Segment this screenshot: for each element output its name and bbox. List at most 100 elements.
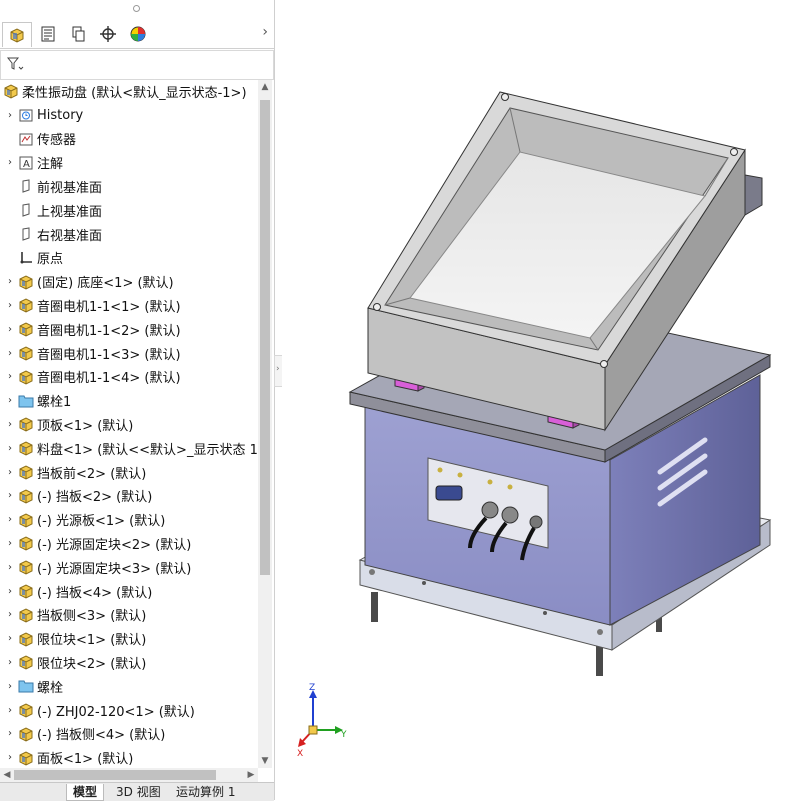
expand-arrow-icon[interactable]: › bbox=[5, 371, 15, 382]
component-icon bbox=[18, 654, 34, 670]
configuration-manager-tab[interactable] bbox=[64, 22, 92, 46]
tree-item[interactable]: › 挡板侧<3> (默认) bbox=[0, 604, 146, 626]
tree-item[interactable]: › 顶板<1> (默认) bbox=[0, 413, 133, 435]
expand-arrow-icon[interactable]: › bbox=[5, 633, 15, 644]
tab-motion-study[interactable]: 运动算例 1 bbox=[170, 784, 241, 800]
filter-bar[interactable] bbox=[0, 50, 274, 80]
expand-arrow-icon[interactable]: › bbox=[5, 562, 15, 573]
tree-item[interactable]: › 限位块<2> (默认) bbox=[0, 651, 146, 673]
tree-item-label: 料盘<1> (默认<<默认>_显示状态 1>) bbox=[37, 442, 258, 458]
tree-item[interactable]: › (-) 挡板侧<4> (默认) bbox=[0, 723, 165, 745]
expand-arrow-icon[interactable]: › bbox=[5, 657, 15, 668]
model-view[interactable]: Z Y X bbox=[282, 0, 800, 800]
tree-item[interactable]: › (-) ZHJ02-120<1> (默认) bbox=[0, 699, 195, 721]
tree-item[interactable]: › 音圈电机1-1<3> (默认) bbox=[0, 342, 181, 364]
tree-item[interactable]: › 螺栓 bbox=[0, 675, 63, 697]
component-icon bbox=[18, 369, 34, 385]
filter-icon[interactable] bbox=[6, 56, 24, 76]
expand-arrow-icon[interactable]: › bbox=[5, 443, 15, 454]
expand-arrow-icon[interactable]: › bbox=[5, 157, 15, 168]
appearance-icon bbox=[130, 26, 146, 42]
tree-horizontal-scrollbar[interactable]: ◀ ▶ bbox=[0, 768, 258, 782]
component-icon bbox=[18, 583, 34, 599]
scroll-up-icon[interactable]: ▲ bbox=[258, 80, 272, 94]
tree-item[interactable]: › 音圈电机1-1<2> (默认) bbox=[0, 318, 181, 340]
property-manager-tab[interactable] bbox=[34, 22, 62, 46]
tree-item[interactable]: 上视基准面 bbox=[0, 199, 102, 221]
tree-item[interactable]: › 限位块<1> (默认) bbox=[0, 628, 146, 650]
tree-item[interactable]: › 面板<1> (默认) bbox=[0, 747, 133, 768]
assembly-icon bbox=[3, 83, 19, 99]
tree-item[interactable]: › (固定) 底座<1> (默认) bbox=[0, 271, 174, 293]
tree-item-label: (-) 光源固定块<3> (默认) bbox=[37, 561, 192, 577]
component-icon bbox=[18, 440, 34, 456]
configuration-icon bbox=[72, 26, 85, 42]
vertical-scroll-thumb[interactable] bbox=[260, 100, 270, 575]
property-list-icon bbox=[41, 26, 55, 42]
expand-arrow-icon[interactable]: › bbox=[5, 490, 15, 501]
expand-arrow-icon[interactable]: › bbox=[5, 419, 15, 430]
chevron-right-icon[interactable]: › bbox=[262, 24, 268, 40]
tree-item[interactable]: › 挡板前<2> (默认) bbox=[0, 461, 146, 483]
component-icon bbox=[18, 512, 34, 528]
expand-arrow-icon[interactable]: › bbox=[5, 728, 15, 739]
tree-item[interactable]: › (-) 光源板<1> (默认) bbox=[0, 509, 165, 531]
expand-arrow-icon[interactable]: › bbox=[5, 538, 15, 549]
expand-arrow-icon[interactable]: › bbox=[5, 514, 15, 525]
tree-item[interactable]: › (-) 挡板<2> (默认) bbox=[0, 485, 152, 507]
component-icon bbox=[18, 702, 34, 718]
tree-item[interactable]: 前视基准面 bbox=[0, 175, 102, 197]
component-icon bbox=[18, 607, 34, 623]
tree-item[interactable]: › (-) 光源固定块<3> (默认) bbox=[0, 556, 191, 578]
scroll-down-icon[interactable]: ▼ bbox=[258, 754, 272, 768]
component-icon bbox=[18, 321, 34, 337]
expand-arrow-icon[interactable]: › bbox=[5, 752, 15, 763]
expand-arrow-icon[interactable]: › bbox=[5, 395, 15, 406]
tree-item-label: (-) ZHJ02-120<1> (默认) bbox=[37, 704, 195, 720]
tree-item[interactable]: 右视基准面 bbox=[0, 223, 102, 245]
feature-manager-tab[interactable] bbox=[2, 22, 32, 47]
dimxpert-tab[interactable] bbox=[94, 22, 122, 46]
tab-3d-views[interactable]: 3D 视图 bbox=[110, 784, 167, 800]
tree-item[interactable]: 原点 bbox=[0, 247, 63, 269]
tree-item[interactable]: › 料盘<1> (默认<<默认>_显示状态 1>) bbox=[0, 437, 258, 459]
expand-arrow-icon[interactable]: › bbox=[5, 586, 15, 597]
tree-item[interactable]: › History bbox=[0, 104, 83, 126]
tab-model[interactable]: 模型 bbox=[66, 784, 105, 801]
tree-item[interactable]: › A 注解 bbox=[0, 152, 63, 174]
z-axis-label: Z bbox=[309, 683, 315, 693]
tree-vertical-scrollbar[interactable]: ▲ ▼ bbox=[258, 80, 272, 768]
tree-item-label: 音圈电机1-1<3> (默认) bbox=[37, 347, 181, 363]
tree-item[interactable]: › (-) 挡板<4> (默认) bbox=[0, 580, 152, 602]
expand-arrow-icon[interactable]: › bbox=[5, 110, 15, 121]
tree-item[interactable]: › 音圈电机1-1<4> (默认) bbox=[0, 366, 181, 388]
component-icon bbox=[18, 535, 34, 551]
tree-root[interactable]: 柔性振动盘 (默认<默认_显示状态-1>) bbox=[0, 80, 247, 102]
component-icon bbox=[18, 297, 34, 313]
expand-arrow-icon[interactable]: › bbox=[5, 705, 15, 716]
crosshair-icon bbox=[100, 26, 116, 42]
expand-arrow-icon[interactable]: › bbox=[5, 324, 15, 335]
horizontal-scroll-thumb[interactable] bbox=[14, 770, 216, 780]
tree-item[interactable]: › (-) 光源固定块<2> (默认) bbox=[0, 532, 191, 554]
scroll-right-icon[interactable]: ▶ bbox=[244, 768, 258, 782]
expand-arrow-icon[interactable]: › bbox=[5, 348, 15, 359]
expand-arrow-icon[interactable]: › bbox=[5, 300, 15, 311]
display-manager-tab[interactable] bbox=[124, 22, 152, 46]
tree-item[interactable]: › 音圈电机1-1<1> (默认) bbox=[0, 294, 181, 316]
expand-arrow-icon[interactable]: › bbox=[5, 681, 15, 692]
graphics-viewport[interactable]: Z Y X bbox=[282, 0, 800, 800]
coordinate-triad: Z Y X bbox=[297, 683, 347, 759]
expand-arrow-icon[interactable]: › bbox=[5, 609, 15, 620]
scroll-left-icon[interactable]: ◀ bbox=[0, 768, 14, 782]
tree-item-label: 前视基准面 bbox=[37, 180, 103, 196]
expand-arrow-icon[interactable]: › bbox=[5, 467, 15, 478]
panel-grip[interactable] bbox=[0, 0, 274, 18]
tree-item[interactable]: 传感器 bbox=[0, 128, 76, 150]
tree-item-label: 限位块<1> (默认) bbox=[37, 633, 147, 649]
feature-tree: 柔性振动盘 (默认<默认_显示状态-1>) › History 传感器 › A 注解前视基… bbox=[0, 80, 258, 768]
plane-icon bbox=[18, 226, 34, 242]
tree-item-label: 音圈电机1-1<1> (默认) bbox=[37, 299, 181, 315]
expand-arrow-icon[interactable]: › bbox=[5, 276, 15, 287]
tree-item[interactable]: › 螺栓1 bbox=[0, 390, 71, 412]
